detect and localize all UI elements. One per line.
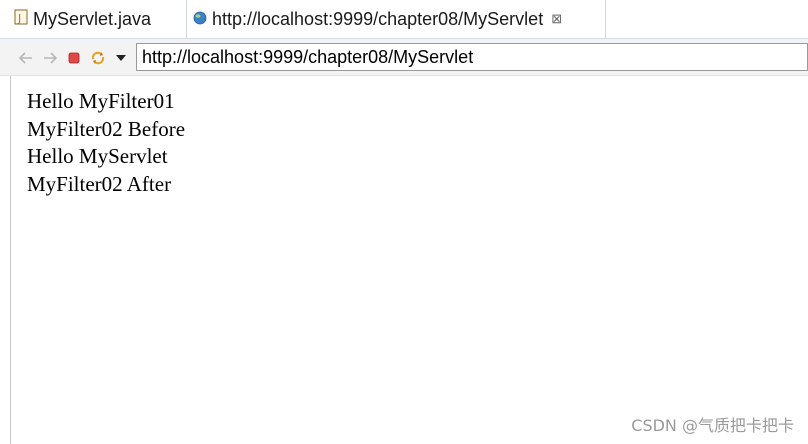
back-arrow-icon[interactable] — [18, 50, 34, 66]
forward-arrow-icon[interactable] — [42, 50, 58, 66]
stop-icon[interactable] — [66, 50, 82, 66]
editor-tab-bar: J MyServlet.java http://localhost:9999/c… — [0, 0, 808, 39]
tab-label: MyServlet.java — [33, 8, 152, 29]
output-line: Hello MyServlet — [27, 144, 168, 168]
output-line: MyFilter02 Before — [27, 116, 186, 141]
watermark: CSDN @气质把卡把卡 — [631, 416, 794, 435]
close-tab-icon[interactable]: ⊠ — [551, 11, 562, 27]
address-bar[interactable] — [136, 43, 808, 71]
java-file-icon: J — [14, 9, 28, 30]
refresh-icon[interactable] — [90, 50, 106, 66]
dropdown-triangle-icon[interactable] — [113, 50, 129, 66]
tab-myservlet-java[interactable]: J MyServlet.java — [14, 0, 186, 38]
tab-label: http://localhost:9999/chapter08/MyServle… — [212, 8, 544, 29]
tab-browser[interactable]: http://localhost:9999/chapter08/MyServle… — [186, 0, 606, 38]
page-content: Hello MyFilter01 MyFilter02 Before Hello… — [27, 88, 185, 198]
view-left-border — [10, 76, 11, 444]
output-line: MyFilter02 After — [27, 171, 172, 196]
globe-icon — [193, 9, 207, 30]
output-line: Hello MyFilter01 — [27, 89, 175, 113]
svg-text:J: J — [17, 12, 21, 25]
